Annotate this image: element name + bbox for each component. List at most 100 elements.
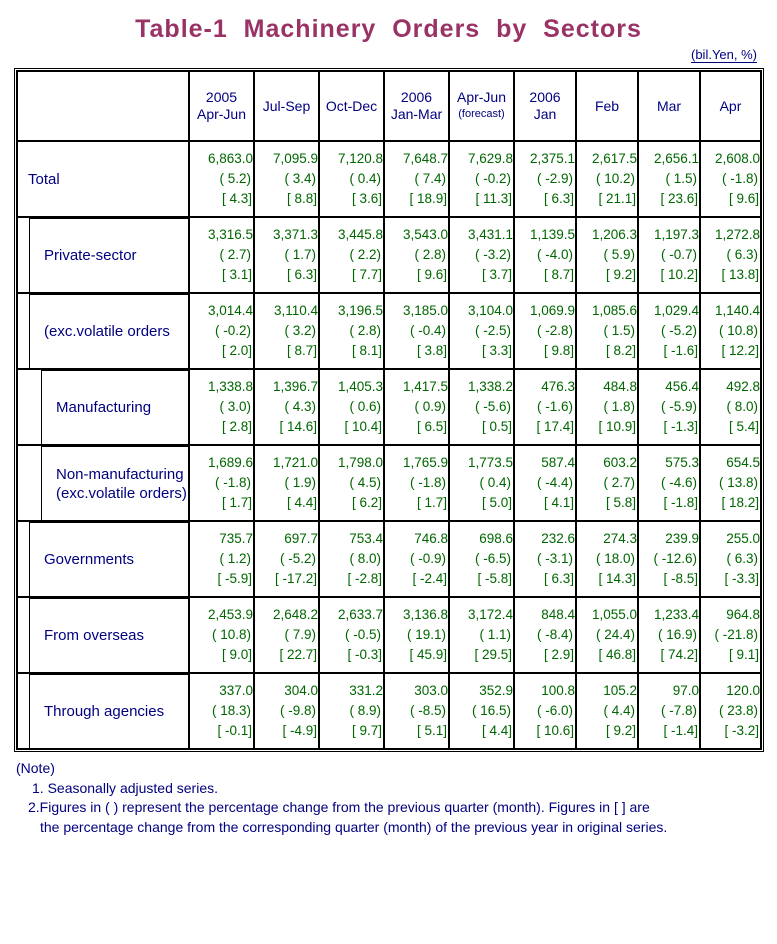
header-col-8: Apr [700, 71, 761, 141]
cell-value: 3,543.0 [402, 227, 448, 242]
cell-pct-prev: ( 24.4) [595, 627, 635, 642]
data-cell: 1,197.3 ( -0.7) [ 10.2] [638, 217, 700, 293]
row-label: From overseas [44, 627, 145, 644]
data-cell: 1,206.3 ( 5.9) [ 9.2] [576, 217, 638, 293]
cell-value: 7,629.8 [467, 151, 513, 166]
cell-pct-prev: ( 18.3) [211, 703, 251, 718]
cell-value: 1,338.2 [467, 379, 513, 394]
cell-pct-yoy: [ -4.9] [282, 723, 317, 738]
cell-value: 3,104.0 [467, 303, 513, 318]
cell-pct-prev: ( 2.7) [219, 247, 251, 262]
cell-value: 1,233.4 [653, 607, 699, 622]
cell-value: 255.0 [726, 531, 760, 546]
cell-value: 7,120.8 [337, 151, 383, 166]
row-label: Through agencies [44, 703, 165, 720]
cell-pct-yoy: [ 74.2] [660, 647, 698, 662]
cell-value: 105.2 [603, 683, 637, 698]
cell-pct-yoy: [ -2.8] [347, 571, 382, 586]
cell-value: 1,721.0 [272, 455, 318, 470]
table-row: Through agencies 337.0( 18.3)[ -0.1] 304.0… [17, 673, 761, 749]
cell-value: 2,617.5 [591, 151, 637, 166]
cell-value: 352.9 [479, 683, 513, 698]
data-cell: 2,656.1 ( 1.5) [ 23.6] [638, 141, 700, 217]
cell-pct-prev: ( 2.7) [603, 475, 635, 490]
data-cell: 7,120.8 ( 0.4) [ 3.6] [319, 141, 384, 217]
table-row: Private-sector 3,316.5( 2.7)[ 3.1] 3,371.3… [17, 217, 761, 293]
data-cell: 3,371.3 ( 1.7) [ 6.3] [254, 217, 319, 293]
cell-value: 698.6 [479, 531, 513, 546]
cell-value: 274.3 [603, 531, 637, 546]
cell-pct-yoy: [ 6.3] [543, 191, 574, 206]
cell-pct-yoy: [ 1.7] [221, 495, 252, 510]
table-page: Table-1 Machinery Orders by Sectors (bil… [0, 0, 777, 944]
cell-value: 746.8 [414, 531, 448, 546]
cell-value: 3,172.4 [467, 607, 513, 622]
cell-pct-yoy: [ 21.1] [598, 191, 636, 206]
cell-pct-yoy: [ 10.4] [344, 419, 382, 434]
cell-value: 3,371.3 [272, 227, 318, 242]
cell-value: 239.9 [665, 531, 699, 546]
data-cell: 3,431.1 ( -3.2) [ 3.7] [449, 217, 514, 293]
cell-pct-prev: ( -0.2) [214, 323, 251, 338]
cell-pct-yoy: [ 9.7] [351, 723, 382, 738]
cell-value: 1,773.5 [467, 455, 513, 470]
data-cell: 964.8 ( -21.8) [ 9.1] [700, 597, 761, 673]
note-line-2a: 2.Figures in ( ) represent the percentag… [28, 799, 650, 815]
cell-pct-prev: ( 2.8) [414, 247, 446, 262]
cell-pct-prev: ( -1.8) [409, 475, 446, 490]
data-cell: 352.9 ( 16.5) [ 4.4] [449, 673, 514, 749]
cell-value: 303.0 [414, 683, 448, 698]
data-cell: 603.2 ( 2.7) [ 5.8] [576, 445, 638, 521]
data-cell: 1,396.7 ( 4.3) [ 14.6] [254, 369, 319, 445]
data-cell: 2,453.9 ( 10.8) [ 9.0] [189, 597, 254, 673]
cell-pct-prev: ( -1.8) [721, 171, 758, 186]
cell-value: 492.8 [726, 379, 760, 394]
data-cell: 3,196.5 ( 2.8) [ 8.1] [319, 293, 384, 369]
cell-pct-yoy: [ 5.4] [728, 419, 759, 434]
cell-pct-yoy: [ 4.4] [481, 723, 512, 738]
cell-pct-yoy: [ 3.3] [481, 343, 512, 358]
cell-pct-prev: ( -4.6) [660, 475, 697, 490]
cell-pct-prev: ( -5.2) [279, 551, 316, 566]
cell-value: 1,417.5 [402, 379, 448, 394]
header-col-5: 2006 Jan [514, 71, 576, 141]
cell-pct-yoy: [ 6.5] [416, 419, 447, 434]
data-cell: 274.3 ( 18.0) [ 14.3] [576, 521, 638, 597]
cell-value: 1,197.3 [653, 227, 699, 242]
cell-pct-yoy: [ 7.7] [351, 267, 382, 282]
cell-pct-prev: ( -2.8) [536, 323, 573, 338]
unit-caption: (bil.Yen, %) [691, 47, 757, 63]
row-label: (exc.volatile orders [44, 323, 170, 340]
row-label-cell: Manufacturing [17, 369, 189, 445]
data-cell: 3,185.0 ( -0.4) [ 3.8] [384, 293, 449, 369]
cell-value: 7,648.7 [402, 151, 448, 166]
header-col-0: 2005 Apr-Jun [189, 71, 254, 141]
data-cell: 848.4 ( -8.4) [ 2.9] [514, 597, 576, 673]
cell-value: 331.2 [349, 683, 383, 698]
cell-pct-prev: ( -6.0) [536, 703, 573, 718]
data-cell: 7,095.9 ( 3.4) [ 8.8] [254, 141, 319, 217]
cell-pct-prev: ( 4.3) [284, 399, 316, 414]
data-cell: 1,798.0 ( 4.5) [ 6.2] [319, 445, 384, 521]
header-col-7: Mar [638, 71, 700, 141]
cell-value: 753.4 [349, 531, 383, 546]
cell-pct-yoy: [ 5.8] [605, 495, 636, 510]
cell-pct-prev: ( -8.4) [536, 627, 573, 642]
cell-value: 1,139.5 [529, 227, 575, 242]
cell-pct-prev: ( -12.6) [653, 551, 697, 566]
cell-value: 575.3 [665, 455, 699, 470]
data-cell: 304.0 ( -9.8) [ -4.9] [254, 673, 319, 749]
data-cell: 239.9 ( -12.6) [ -8.5] [638, 521, 700, 597]
cell-value: 735.7 [219, 531, 253, 546]
row-label-cell: Governments [17, 521, 189, 597]
cell-pct-yoy: [ 4.4] [286, 495, 317, 510]
row-label-cell: (exc.volatile orders [17, 293, 189, 369]
cell-pct-yoy: [ 9.6] [728, 191, 759, 206]
table-header: 2005 Apr-Jun Jul-Sep Oct-Dec 2006 Jan-Ma… [17, 71, 761, 141]
cell-pct-prev: ( 1.5) [665, 171, 697, 186]
cell-value: 1,069.9 [529, 303, 575, 318]
cell-pct-yoy: [ 8.8] [286, 191, 317, 206]
table-row: Non-manufacturing (exc.volatile orders) 1… [17, 445, 761, 521]
cell-value: 1,029.4 [653, 303, 699, 318]
cell-value: 2,453.9 [207, 607, 253, 622]
